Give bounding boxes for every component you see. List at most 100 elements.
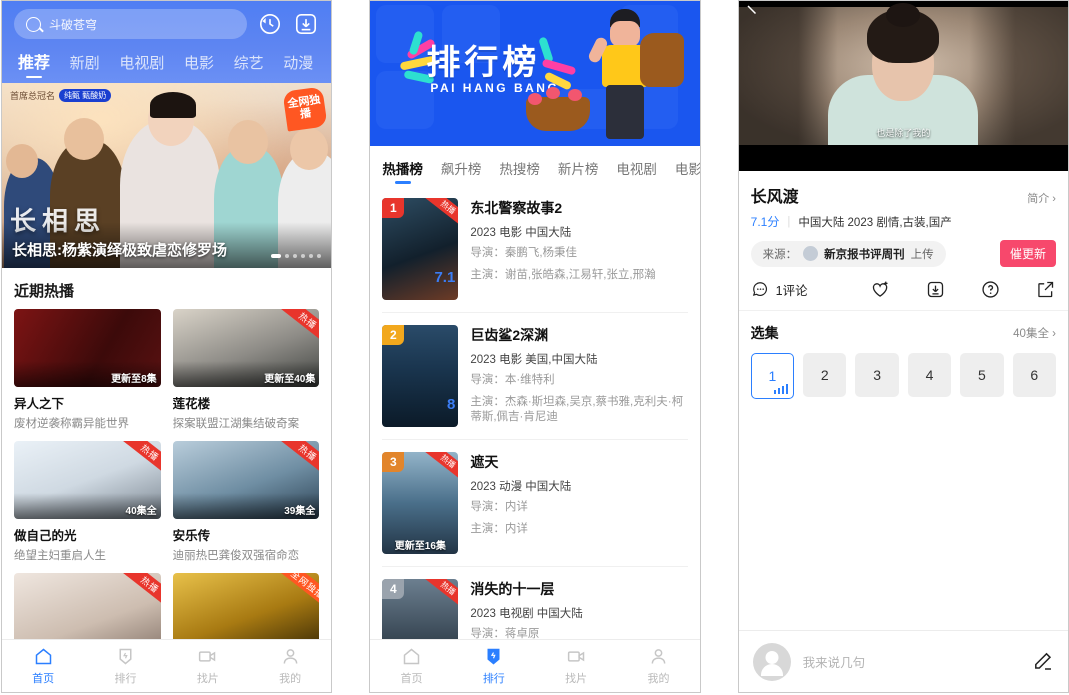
video-player[interactable]: 也是除了我的 (738, 1, 1068, 171)
tab-综艺[interactable]: 综艺 (232, 52, 266, 79)
item-info: 东北警察故事2 2023 电影 中国大陆 导演：秦鹏飞,杨秉佳 主演：谢苗,张皓… (470, 198, 687, 300)
share-icon[interactable] (1035, 279, 1056, 300)
banner-figure-head (228, 120, 268, 164)
episodes-all-link[interactable]: 40集全 › (1013, 325, 1056, 341)
help-icon[interactable] (980, 279, 1001, 300)
poster-thumbnail[interactable]: 热播 39集全 (172, 441, 320, 519)
cast-label: 主演： (470, 395, 505, 408)
episode-number: 4 (925, 367, 934, 383)
episode-cell-1[interactable]: 1 (750, 353, 795, 399)
item-cast: 主演：内详 (470, 522, 687, 538)
tab-热播榜[interactable]: 热播榜 (382, 158, 423, 186)
tabbar-item-home[interactable]: 首页 (2, 640, 84, 692)
rank-list: 1 热播 7.1 东北警察故事2 2023 电影 中国大陆 导演：秦鹏飞,杨秉佳… (370, 186, 699, 692)
episode-grid: 1 2 3 4 5 6 (739, 343, 1068, 399)
tab-电视剧[interactable]: 电视剧 (117, 52, 166, 79)
item-meta: 2023 电视剧 中国大陆 (470, 608, 583, 620)
hero-banner[interactable]: 首席总冠名 纯甄 甄酸奶 全网独播 长相思 长相思:杨紫演绎极致虐恋修罗场 (2, 83, 332, 268)
tabbar-item-find[interactable]: 找片 (535, 640, 617, 692)
banner-figure-head (64, 118, 104, 160)
tab-推荐[interactable]: 推荐 (16, 49, 52, 79)
tabbar-label: 首页 (400, 673, 423, 685)
brief-link[interactable]: 简介 › (1027, 190, 1056, 206)
episode-cell-2[interactable]: 2 (803, 353, 847, 397)
episode-label: 39集全 (284, 506, 316, 517)
illustration-face (609, 21, 640, 47)
rank-banner-title: 排行榜 (426, 44, 541, 82)
item-meta: 2023 动漫 中国大陆 (470, 481, 572, 493)
hot-badge: 热播 (279, 441, 320, 478)
detail-screen: 也是除了我的 长风渡 简介 › 7.1分 | 中国大陆 2023 剧情,古装,国… (737, 0, 1069, 693)
poster-thumbnail[interactable]: 热播 40集全 (14, 441, 161, 519)
director-label: 导演： (470, 501, 505, 513)
poster-thumbnail[interactable]: 热播 更新至40集 (172, 309, 320, 387)
favorite-icon[interactable] (870, 279, 891, 300)
episodes-title: 选集 (750, 325, 779, 341)
pencil-icon[interactable] (1030, 650, 1054, 674)
item-meta: 2023 电影 美国,中国大陆 (470, 354, 598, 366)
tabbar-item-find[interactable]: 找片 (167, 640, 249, 692)
episode-label: 更新至8集 (111, 374, 157, 385)
episode-cell-5[interactable]: 5 (960, 353, 1004, 397)
episodes-header: 选集 40集全 › (739, 311, 1068, 343)
tabbar-item-mine[interactable]: 我的 (617, 640, 699, 692)
episode-cell-4[interactable]: 4 (907, 353, 952, 397)
tab-新剧[interactable]: 新剧 (68, 52, 102, 79)
tabbar-item-rank[interactable]: 排行 (453, 640, 535, 692)
tab-新片榜[interactable]: 新片榜 (558, 158, 599, 186)
comment-input[interactable]: 我来说几句 (803, 652, 1018, 671)
tab-飙升榜[interactable]: 飙升榜 (441, 158, 482, 186)
download-icon[interactable] (293, 11, 319, 37)
episode-cell-3[interactable]: 3 (855, 353, 899, 397)
poster-thumbnail[interactable]: 更新至8集 (14, 309, 161, 387)
director-value: 秦鹏飞,杨秉佳 (504, 247, 578, 259)
list-item[interactable]: 更新至8集 异人之下 废材逆袭称霸异能世界 (14, 309, 161, 431)
illustration-pants (605, 85, 644, 139)
list-item[interactable]: 3 热播 更新至16集 遮天 2023 动漫 中国大陆 导演：内详 主演：内详 (382, 440, 688, 567)
list-item[interactable]: 热播 更新至40集 莲花楼 探案联盟江湖集结破奇案 (172, 309, 320, 431)
search-input[interactable]: 斗破苍穹 (14, 9, 248, 39)
poster-thumbnail[interactable]: 3 热播 更新至16集 (382, 452, 459, 554)
banner-dots[interactable] (271, 254, 322, 258)
card-subtitle: 绝望主妇重启人生 (14, 550, 106, 562)
back-arrow-icon[interactable] (745, 3, 763, 21)
rank-icon (487, 648, 500, 665)
source-pill[interactable]: 来源： 新京报书评周刊 上传 (750, 240, 946, 267)
poster-thumbnail[interactable]: 2 8 (382, 325, 459, 427)
tab-热搜榜[interactable]: 热搜榜 (499, 158, 540, 186)
list-item[interactable]: 2 8 巨齿鲨2深渊 2023 电影 美国,中国大陆 导演：本·维特利 主演：杰… (382, 313, 688, 440)
history-icon[interactable] (257, 11, 283, 37)
episode-number: 1 (768, 368, 777, 384)
tab-电视剧[interactable]: 电视剧 (616, 158, 657, 186)
tab-电影[interactable]: 电影 (675, 158, 700, 186)
tabbar-item-rank[interactable]: 排行 (84, 640, 166, 692)
comment-button[interactable]: 1评论 (751, 280, 808, 299)
episode-number: 3 (873, 367, 882, 383)
episode-cell-6[interactable]: 6 (1012, 353, 1056, 397)
page-title: 近期热播 (14, 283, 75, 300)
episode-label: 40集全 (125, 506, 157, 517)
tab-动漫[interactable]: 动漫 (281, 52, 315, 79)
search-icon (26, 16, 41, 32)
tabbar-item-home[interactable]: 首页 (370, 640, 452, 692)
hot-badge: 热播 (120, 573, 161, 610)
avatar[interactable] (752, 642, 791, 681)
list-item[interactable]: 热播 40集全 做自己的光 绝望主妇重启人生 (14, 441, 161, 563)
home-header: 斗破苍穹 推荐 新剧 电视剧 电影 综艺 动漫 (2, 1, 332, 83)
banner-figure-head (290, 128, 328, 170)
list-item[interactable]: 热播 39集全 安乐传 迪丽热巴龚俊双强宿命恋 (172, 441, 320, 563)
home-category-tabs: 推荐 新剧 电视剧 电影 综艺 动漫 (14, 39, 319, 79)
home-card-grid: 更新至8集 异人之下 废材逆袭称霸异能世界 热播 更新至40集 莲花楼 探案联盟… (2, 309, 331, 651)
tab-电影[interactable]: 电影 (182, 52, 216, 79)
list-item[interactable]: 1 热播 7.1 东北警察故事2 2023 电影 中国大陆 导演：秦鹏飞,杨秉佳… (382, 186, 688, 313)
download-icon[interactable] (925, 279, 946, 300)
home-icon (403, 648, 420, 665)
avatar (803, 246, 819, 261)
tabbar-item-mine[interactable]: 我的 (249, 640, 331, 692)
card-subtitle: 探案联盟江湖集结破奇案 (172, 418, 300, 430)
card-title: 异人之下 (14, 397, 65, 411)
poster-thumbnail[interactable]: 1 热播 7.1 (382, 198, 459, 300)
cast-value: 谢苗,张皓森,江易轩,张立,邢瀚 (504, 268, 656, 281)
rank-banner: 排行榜 PAI HANG BANG (370, 1, 700, 146)
urge-update-button[interactable]: 催更新 (999, 240, 1056, 267)
